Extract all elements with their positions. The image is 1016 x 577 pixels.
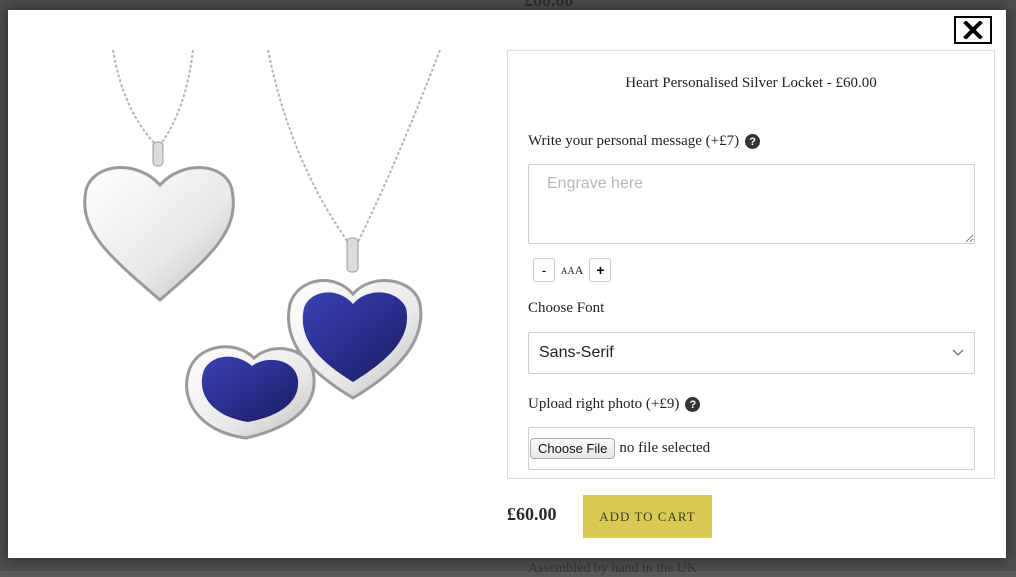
font-select[interactable]: Sans-Serif — [528, 332, 975, 374]
photo-label-text: Upload right photo (+£9) — [528, 396, 680, 412]
engrave-input[interactable] — [528, 164, 975, 244]
photo-label: Upload right photo (+£9) ? — [528, 396, 701, 413]
font-label-text: Choose Font — [528, 300, 605, 316]
add-to-cart-button[interactable]: ADD TO CART — [583, 495, 712, 538]
font-select-value: Sans-Serif — [539, 344, 614, 361]
message-label: Write your personal message (+£7) ? — [528, 133, 761, 150]
heart-locket-image — [83, 50, 441, 440]
personalisation-panel: Heart Personalised Silver Locket - £60.0… — [507, 50, 995, 479]
increase-size-button[interactable]: + — [589, 258, 612, 282]
question-icon[interactable]: ? — [745, 134, 761, 149]
question-icon[interactable]: ? — [685, 397, 701, 412]
font-label: Choose Font — [528, 300, 604, 317]
text-size-mid-a: A — [567, 265, 575, 277]
choose-file-button[interactable]: Choose File — [530, 438, 616, 459]
product-price: £60.00 — [507, 504, 557, 524]
photo-upload-field[interactable]: Choose File no file selected — [528, 427, 975, 470]
chevron-down-icon — [952, 349, 964, 356]
text-size-large-a: A — [574, 262, 584, 277]
close-button[interactable] — [954, 16, 992, 44]
product-title: Heart Personalised Silver Locket - £60.0… — [625, 75, 877, 91]
close-x-icon — [963, 21, 983, 39]
text-size-controls: - AAA + — [533, 258, 612, 282]
decrease-size-button[interactable]: - — [533, 258, 555, 282]
background-footer-text: Assembled by hand in the UK — [528, 561, 698, 576]
message-label-text: Write your personal message (+£7) — [528, 133, 740, 149]
product-modal: Heart Personalised Silver Locket - £60.0… — [8, 10, 1006, 558]
text-size-indicator: AAA — [559, 263, 585, 278]
file-status: no file selected — [619, 440, 711, 456]
